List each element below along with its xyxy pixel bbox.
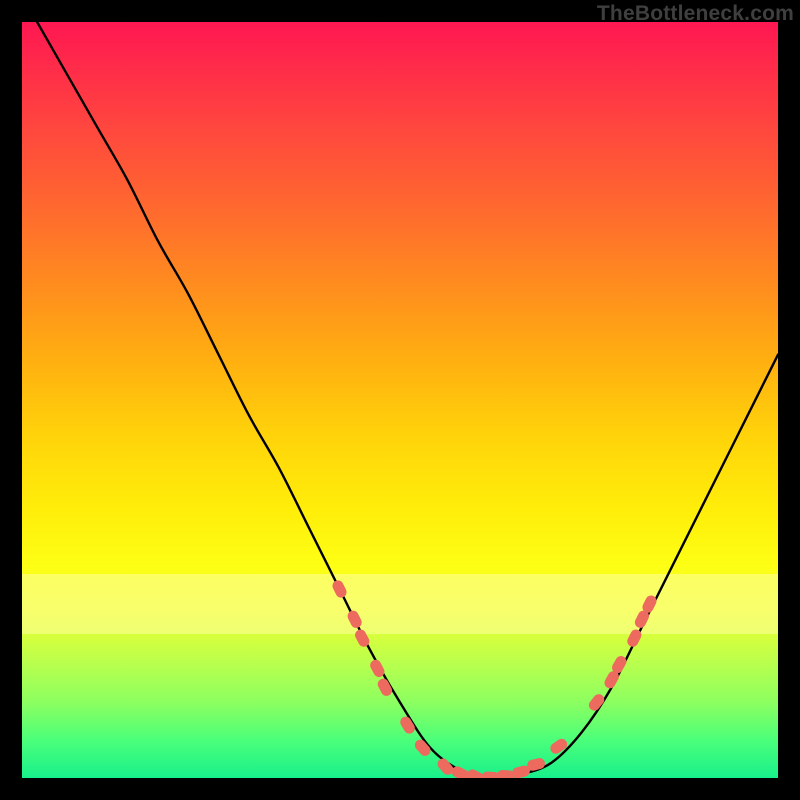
chart-frame: TheBottleneck.com xyxy=(0,0,800,800)
watermark-text: TheBottleneck.com xyxy=(597,2,794,26)
curve-marker xyxy=(413,737,433,758)
curve-marker xyxy=(587,692,607,713)
curve-marker xyxy=(346,609,364,630)
chart-overlay xyxy=(22,22,778,778)
curve-marker xyxy=(548,737,569,756)
bottleneck-curve xyxy=(37,22,778,778)
curve-markers xyxy=(331,578,659,778)
curve-marker xyxy=(331,578,349,599)
